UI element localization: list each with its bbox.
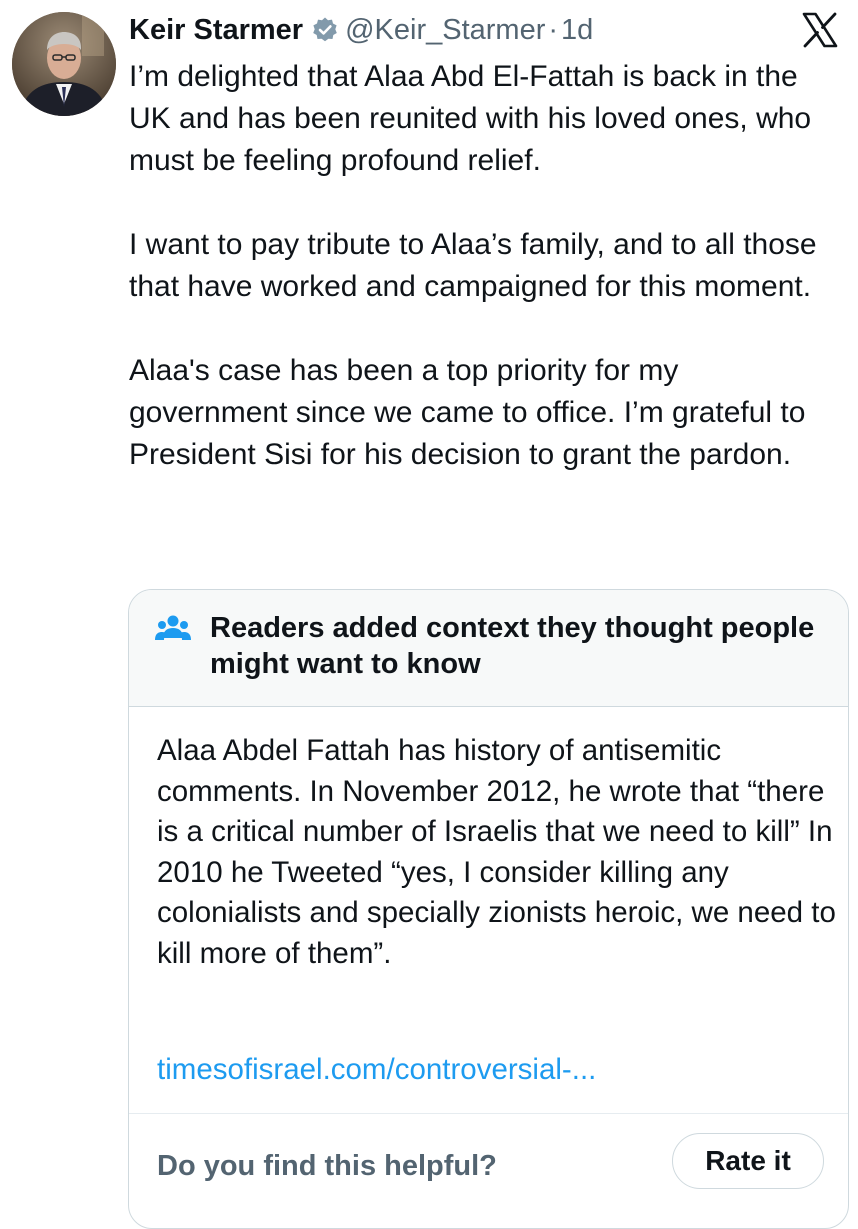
profile-photo [12,12,116,116]
tweet-paragraph: I want to pay tribute to Alaa’s family, … [129,228,817,303]
community-note-title: Readers added context they thought peopl… [210,612,815,680]
author-name[interactable]: Keir Starmer [129,14,303,47]
author-handle[interactable]: @Keir_Starmer [345,14,545,47]
tweet-text: I’m delighted that Alaa Abd El-Fattah is… [129,56,844,476]
community-note-source-link[interactable]: timesofisrael.com/controversial-... [157,1050,596,1090]
helpful-question: Do you find this helpful? [157,1150,497,1182]
tweet-paragraph: Alaa's case has been a top priority for … [129,354,806,471]
community-note: Readers added context they thought peopl… [128,589,849,1229]
x-logo-icon[interactable] [800,10,840,50]
community-note-body: Alaa Abdel Fattah has history of antisem… [157,734,836,970]
community-note-header: Readers added context they thought peopl… [129,590,848,707]
separator-dot: · [548,13,559,46]
tweet-header: Keir Starmer @Keir_Starmer · 1d [129,8,806,52]
people-group-icon [155,614,191,644]
tweet-timestamp[interactable]: 1d [561,14,593,47]
verified-badge-icon [311,16,339,44]
tweet-paragraph: I’m delighted that Alaa Abd El-Fattah is… [129,60,812,177]
rate-it-button[interactable]: Rate it [672,1133,824,1189]
avatar[interactable] [12,12,116,116]
community-note-footer: Do you find this helpful? Rate it [129,1113,848,1228]
